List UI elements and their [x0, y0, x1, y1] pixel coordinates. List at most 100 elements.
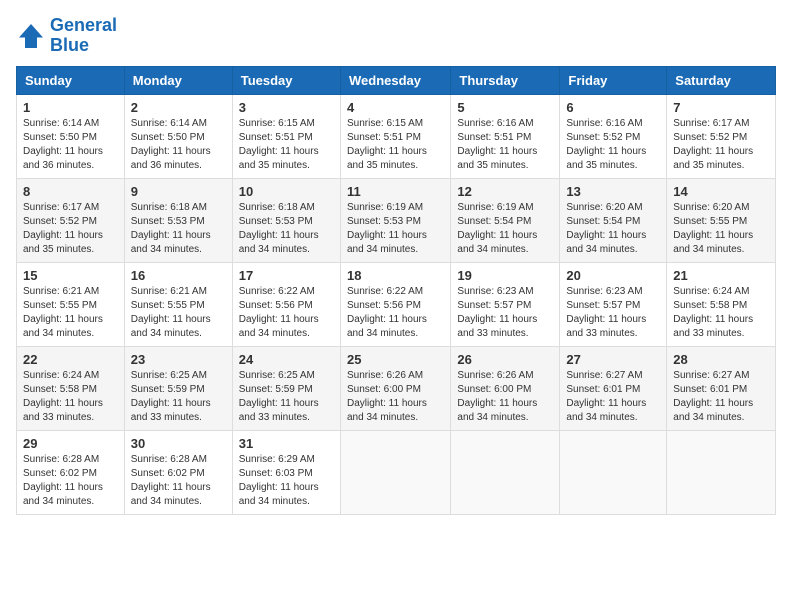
day-cell: 28Sunrise: 6:27 AM Sunset: 6:01 PM Dayli…: [667, 346, 776, 430]
day-cell: 24 Sunrise: 6:25 AM Sunset: 5:59 PM Dayli…: [232, 346, 340, 430]
day-cell: [451, 430, 560, 514]
day-info: Sunrise: 6:17 AM Sunset: 5:52 PM Dayligh…: [673, 117, 769, 173]
day-number: 30: [131, 436, 226, 451]
day-header-wednesday: Wednesday: [340, 66, 450, 94]
day-info: Sunrise: 6:14 AM Sunset: 5:50 PM Dayligh…: [131, 117, 226, 173]
day-number: 16: [131, 268, 226, 283]
week-row-1: 1 Sunrise: 6:14 AM Sunset: 5:50 PM Daylig…: [17, 94, 776, 178]
week-row-2: 8 Sunrise: 6:17 AM Sunset: 5:52 PM Daylig…: [17, 178, 776, 262]
day-cell: 29 Sunrise: 6:28 AM Sunset: 6:02 PM Dayli…: [17, 430, 125, 514]
day-info: Sunrise: 6:22 AM Sunset: 5:56 PM Dayligh…: [347, 285, 444, 341]
day-cell: 6 Sunrise: 6:16 AM Sunset: 5:52 PM Daylig…: [560, 94, 667, 178]
day-number: 25: [347, 352, 444, 367]
day-number: 4: [347, 100, 444, 115]
day-number: 3: [239, 100, 334, 115]
day-number: 20: [566, 268, 660, 283]
day-info: Sunrise: 6:22 AM Sunset: 5:56 PM Dayligh…: [239, 285, 334, 341]
day-info: Sunrise: 6:25 AM Sunset: 5:59 PM Dayligh…: [239, 369, 334, 425]
day-info: Sunrise: 6:28 AM Sunset: 6:02 PM Dayligh…: [23, 453, 118, 509]
day-header-monday: Monday: [124, 66, 232, 94]
day-cell: 4 Sunrise: 6:15 AM Sunset: 5:51 PM Daylig…: [340, 94, 450, 178]
day-cell: 23 Sunrise: 6:25 AM Sunset: 5:59 PM Dayli…: [124, 346, 232, 430]
day-number: 2: [131, 100, 226, 115]
day-info: Sunrise: 6:20 AM Sunset: 5:54 PM Dayligh…: [566, 201, 660, 257]
day-info: Sunrise: 6:26 AM Sunset: 6:00 PM Dayligh…: [457, 369, 553, 425]
week-row-3: 15 Sunrise: 6:21 AM Sunset: 5:55 PM Dayli…: [17, 262, 776, 346]
day-number: 11: [347, 184, 444, 199]
day-number: 28: [673, 352, 769, 367]
day-number: 7: [673, 100, 769, 115]
day-number: 19: [457, 268, 553, 283]
day-cell: 10 Sunrise: 6:18 AM Sunset: 5:53 PM Dayli…: [232, 178, 340, 262]
logo-icon: [16, 21, 46, 51]
day-cell: 17 Sunrise: 6:22 AM Sunset: 5:56 PM Dayli…: [232, 262, 340, 346]
day-number: 15: [23, 268, 118, 283]
day-header-friday: Friday: [560, 66, 667, 94]
page-header: General Blue: [16, 16, 776, 56]
day-cell: 14Sunrise: 6:20 AM Sunset: 5:55 PM Dayli…: [667, 178, 776, 262]
day-info: Sunrise: 6:24 AM Sunset: 5:58 PM Dayligh…: [673, 285, 769, 341]
day-cell: 16 Sunrise: 6:21 AM Sunset: 5:55 PM Dayli…: [124, 262, 232, 346]
day-number: 10: [239, 184, 334, 199]
day-number: 17: [239, 268, 334, 283]
week-row-5: 29 Sunrise: 6:28 AM Sunset: 6:02 PM Dayli…: [17, 430, 776, 514]
day-number: 12: [457, 184, 553, 199]
day-info: Sunrise: 6:29 AM Sunset: 6:03 PM Dayligh…: [239, 453, 334, 509]
calendar-table: SundayMondayTuesdayWednesdayThursdayFrid…: [16, 66, 776, 515]
day-number: 22: [23, 352, 118, 367]
day-number: 1: [23, 100, 118, 115]
day-info: Sunrise: 6:21 AM Sunset: 5:55 PM Dayligh…: [131, 285, 226, 341]
day-info: Sunrise: 6:26 AM Sunset: 6:00 PM Dayligh…: [347, 369, 444, 425]
day-cell: 5 Sunrise: 6:16 AM Sunset: 5:51 PM Daylig…: [451, 94, 560, 178]
calendar-body: 1 Sunrise: 6:14 AM Sunset: 5:50 PM Daylig…: [17, 94, 776, 514]
day-number: 5: [457, 100, 553, 115]
day-number: 29: [23, 436, 118, 451]
day-cell: 22 Sunrise: 6:24 AM Sunset: 5:58 PM Dayli…: [17, 346, 125, 430]
day-info: Sunrise: 6:14 AM Sunset: 5:50 PM Dayligh…: [23, 117, 118, 173]
day-info: Sunrise: 6:23 AM Sunset: 5:57 PM Dayligh…: [566, 285, 660, 341]
day-info: Sunrise: 6:17 AM Sunset: 5:52 PM Dayligh…: [23, 201, 118, 257]
day-cell: 31 Sunrise: 6:29 AM Sunset: 6:03 PM Dayli…: [232, 430, 340, 514]
day-header-sunday: Sunday: [17, 66, 125, 94]
day-number: 14: [673, 184, 769, 199]
day-number: 23: [131, 352, 226, 367]
day-cell: 2 Sunrise: 6:14 AM Sunset: 5:50 PM Daylig…: [124, 94, 232, 178]
day-number: 31: [239, 436, 334, 451]
day-info: Sunrise: 6:15 AM Sunset: 5:51 PM Dayligh…: [239, 117, 334, 173]
day-number: 6: [566, 100, 660, 115]
day-cell: 21Sunrise: 6:24 AM Sunset: 5:58 PM Dayli…: [667, 262, 776, 346]
day-header-thursday: Thursday: [451, 66, 560, 94]
day-info: Sunrise: 6:16 AM Sunset: 5:52 PM Dayligh…: [566, 117, 660, 173]
day-header-tuesday: Tuesday: [232, 66, 340, 94]
day-info: Sunrise: 6:16 AM Sunset: 5:51 PM Dayligh…: [457, 117, 553, 173]
logo: General Blue: [16, 16, 117, 56]
day-cell: 11 Sunrise: 6:19 AM Sunset: 5:53 PM Dayli…: [340, 178, 450, 262]
day-cell: 26 Sunrise: 6:26 AM Sunset: 6:00 PM Dayli…: [451, 346, 560, 430]
day-cell: 13 Sunrise: 6:20 AM Sunset: 5:54 PM Dayli…: [560, 178, 667, 262]
day-info: Sunrise: 6:25 AM Sunset: 5:59 PM Dayligh…: [131, 369, 226, 425]
logo-text: General Blue: [50, 16, 117, 56]
day-info: Sunrise: 6:27 AM Sunset: 6:01 PM Dayligh…: [566, 369, 660, 425]
day-cell: 27Sunrise: 6:27 AM Sunset: 6:01 PM Dayli…: [560, 346, 667, 430]
day-number: 26: [457, 352, 553, 367]
day-info: Sunrise: 6:23 AM Sunset: 5:57 PM Dayligh…: [457, 285, 553, 341]
day-info: Sunrise: 6:18 AM Sunset: 5:53 PM Dayligh…: [131, 201, 226, 257]
day-cell: 20 Sunrise: 6:23 AM Sunset: 5:57 PM Dayli…: [560, 262, 667, 346]
day-cell: [560, 430, 667, 514]
day-info: Sunrise: 6:15 AM Sunset: 5:51 PM Dayligh…: [347, 117, 444, 173]
day-info: Sunrise: 6:18 AM Sunset: 5:53 PM Dayligh…: [239, 201, 334, 257]
week-row-4: 22 Sunrise: 6:24 AM Sunset: 5:58 PM Dayli…: [17, 346, 776, 430]
day-info: Sunrise: 6:19 AM Sunset: 5:53 PM Dayligh…: [347, 201, 444, 257]
day-cell: 3 Sunrise: 6:15 AM Sunset: 5:51 PM Daylig…: [232, 94, 340, 178]
day-cell: [667, 430, 776, 514]
day-info: Sunrise: 6:21 AM Sunset: 5:55 PM Dayligh…: [23, 285, 118, 341]
day-number: 8: [23, 184, 118, 199]
day-cell: 15 Sunrise: 6:21 AM Sunset: 5:55 PM Dayli…: [17, 262, 125, 346]
day-cell: [340, 430, 450, 514]
day-number: 9: [131, 184, 226, 199]
day-number: 24: [239, 352, 334, 367]
day-number: 13: [566, 184, 660, 199]
day-cell: 19 Sunrise: 6:23 AM Sunset: 5:57 PM Dayli…: [451, 262, 560, 346]
day-cell: 30Sunrise: 6:28 AM Sunset: 6:02 PM Dayli…: [124, 430, 232, 514]
day-info: Sunrise: 6:24 AM Sunset: 5:58 PM Dayligh…: [23, 369, 118, 425]
